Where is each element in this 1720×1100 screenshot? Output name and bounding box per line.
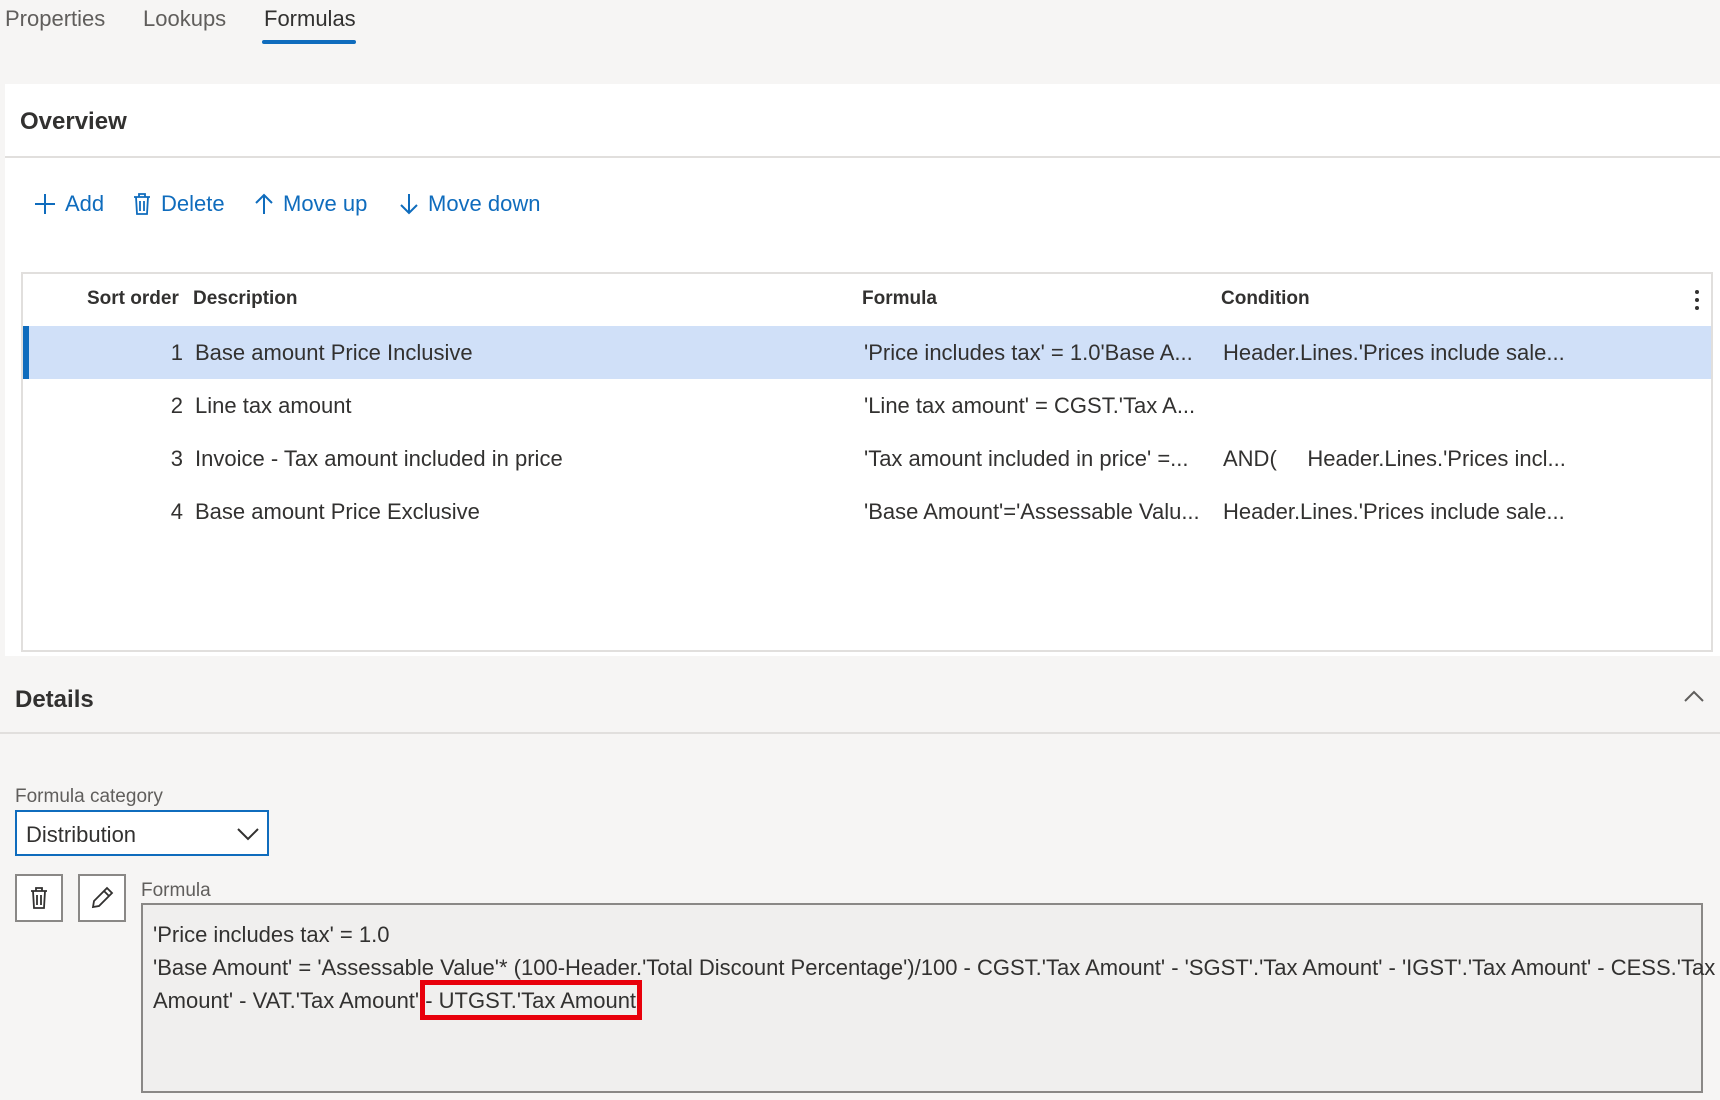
arrow-up-icon [255,193,273,214]
formula-label: Formula [141,880,211,901]
formula-line: Amount' - VAT.'Tax Amount' - UTGST.'Tax … [153,988,641,1013]
cell-sort-order: 2 [170,393,183,418]
table-row[interactable]: 4 Base amount Price Exclusive 'Base Amou… [23,485,1711,538]
pencil-icon [91,886,114,909]
move-down-label: Move down [428,191,541,216]
cell-formula: 'Price includes tax' = 1.0'Base A... [864,340,1193,365]
column-header-formula[interactable]: Formula [862,288,937,310]
formula-category-select[interactable]: Distribution [15,810,269,856]
column-header-condition[interactable]: Condition [1221,288,1310,310]
grid-header: Sort order Description Formula Condition [23,274,1711,328]
column-header-sort-order[interactable]: Sort order [87,288,179,310]
arrow-down-icon [400,194,418,215]
trash-icon [134,193,150,215]
add-button[interactable]: Add [33,184,104,224]
move-up-button[interactable]: Move up [253,184,367,224]
trash-icon [31,887,47,909]
cell-condition: Header.Lines.'Prices include sale... [1223,499,1565,524]
details-divider [0,732,1720,734]
table-row[interactable]: 1 Base amount Price Inclusive 'Price inc… [23,326,1711,379]
overview-title: Overview [20,108,127,135]
active-tab-indicator [262,40,356,44]
tab-formulas[interactable]: Formulas [264,6,356,32]
move-down-button[interactable]: Move down [398,184,541,224]
formula-category-label: Formula category [15,786,163,807]
overview-divider [5,156,1720,158]
formula-line: 'Price includes tax' = 1.0 [153,922,390,947]
cell-condition: Header.Lines.'Prices include sale... [1223,340,1565,365]
move-up-label: Move up [283,191,368,216]
formula-category-value: Distribution [26,822,137,847]
chevron-up-icon[interactable] [1682,688,1706,704]
table-row[interactable]: 3 Invoice - Tax amount included in price… [23,432,1711,485]
chevron-down-icon [237,828,259,841]
more-vertical-icon[interactable] [1693,288,1701,312]
tab-properties[interactable]: Properties [5,6,105,32]
cell-formula: 'Tax amount included in price' =... [864,446,1189,471]
delete-formula-button[interactable] [15,874,63,922]
overview-panel: Overview Add Delete Move up Move down So… [5,84,1720,656]
details-title: Details [15,686,94,713]
column-header-description[interactable]: Description [193,288,298,310]
plus-icon [35,194,55,214]
table-row[interactable]: 2 Line tax amount 'Line tax amount' = CG… [23,379,1711,432]
tab-lookups[interactable]: Lookups [143,6,226,32]
cell-sort-order: 3 [170,446,183,471]
cell-formula: 'Line tax amount' = CGST.'Tax A... [864,393,1196,418]
formulas-grid: Sort order Description Formula Condition… [21,272,1713,652]
delete-button[interactable]: Delete [131,184,225,224]
cell-description: Base amount Price Exclusive [195,499,480,524]
add-label: Add [65,191,105,216]
cell-description: Line tax amount [195,393,352,418]
cell-condition: AND( Header.Lines.'Prices incl... [1223,446,1566,471]
edit-formula-button[interactable] [78,874,126,922]
cell-sort-order: 4 [170,499,183,524]
delete-label: Delete [161,191,225,216]
formula-text-area[interactable]: 'Price includes tax' = 1.0 'Base Amount'… [141,903,1715,1093]
cell-sort-order: 1 [170,340,183,365]
cell-formula: 'Base Amount'='Assessable Valu... [864,499,1200,524]
cell-description: Base amount Price Inclusive [195,340,473,365]
cell-description: Invoice - Tax amount included in price [195,446,563,471]
formula-line: 'Base Amount' = 'Assessable Value'* (100… [153,955,1716,980]
